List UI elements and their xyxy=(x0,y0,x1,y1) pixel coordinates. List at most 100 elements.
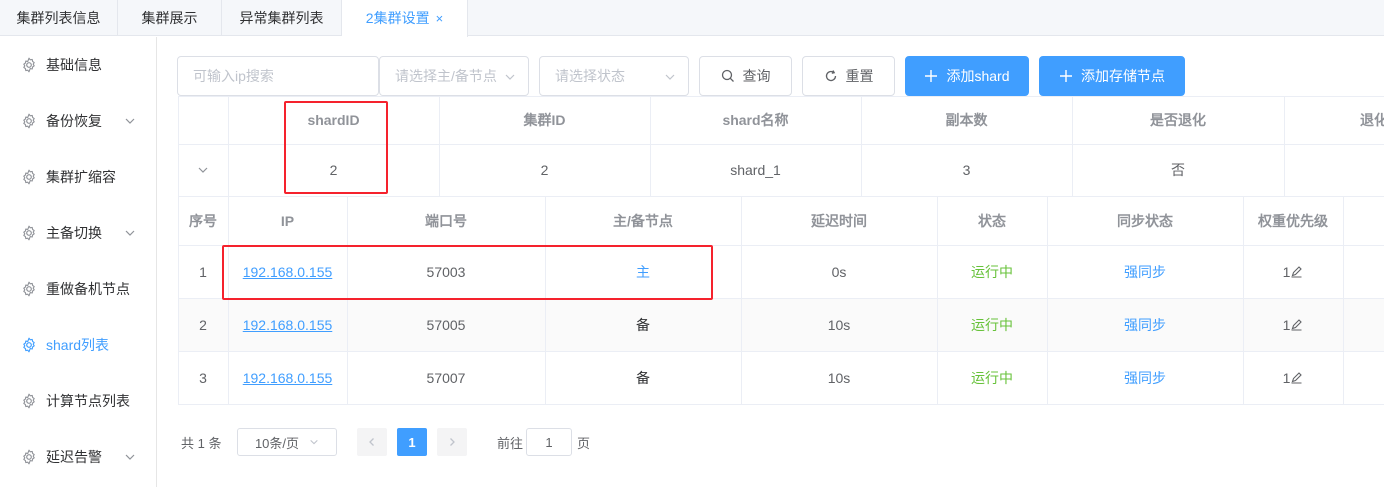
sidebar-item-backup-restore[interactable]: 备份恢复 xyxy=(0,93,156,149)
status-select[interactable]: 请选择状态 xyxy=(539,56,689,96)
cell-weight: 1 xyxy=(1243,245,1343,298)
cell-ip: 192.168.0.155 xyxy=(228,298,347,351)
page-size-select[interactable]: 10条/页 xyxy=(237,428,337,456)
goto-prefix: 前往 xyxy=(497,435,524,451)
add-shard-button[interactable]: 添加shard xyxy=(905,56,1029,96)
gear-icon xyxy=(23,281,35,297)
add-storage-node-button[interactable]: 添加存储节点 xyxy=(1039,56,1185,96)
sidebar-item-label: 延迟告警 xyxy=(46,449,102,465)
header-sync-status: 同步状态 xyxy=(1117,212,1173,229)
pagination-total: 共 1 条 xyxy=(181,435,222,451)
header-ip: IP xyxy=(280,212,295,229)
tab-cluster-display[interactable]: 集群展示 xyxy=(118,0,222,36)
sidebar-item-delay-alert[interactable]: 延迟告警 xyxy=(0,429,156,485)
sidebar-item-label: 集群扩缩容 xyxy=(46,169,116,185)
goto-suffix: 页 xyxy=(577,435,591,451)
gear-icon xyxy=(23,113,35,129)
sidebar-item-label: 备份恢复 xyxy=(46,113,102,129)
plus-icon xyxy=(925,70,938,82)
divider xyxy=(178,404,1384,405)
header-delay: 延迟时间 xyxy=(811,212,867,229)
chevron-down-icon xyxy=(125,118,135,124)
divider xyxy=(1343,196,1344,404)
tab-cluster-settings[interactable]: 2集群设置 × xyxy=(342,0,468,37)
role-select-placeholder: 请选择主/备节点 xyxy=(395,68,497,84)
cell-status: 运行中 xyxy=(971,263,1013,280)
next-page-button[interactable] xyxy=(437,428,467,456)
sidebar-item-rebuild-standby[interactable]: 重做备机节点 xyxy=(0,261,156,317)
cell-cluster-id: 2 xyxy=(540,162,549,178)
cell-role: 备 xyxy=(636,316,650,333)
ip-link[interactable]: 192.168.0.155 xyxy=(243,370,333,386)
header-port: 端口号 xyxy=(425,212,467,229)
expand-row-toggle[interactable] xyxy=(178,144,228,196)
page-size-value: 10条/页 xyxy=(254,435,300,451)
cell-index: 3 xyxy=(199,369,207,386)
cell-status: 运行中 xyxy=(971,369,1013,386)
chevron-down-icon xyxy=(198,167,208,173)
gear-icon xyxy=(23,57,35,73)
gear-icon xyxy=(23,169,35,185)
refresh-icon xyxy=(825,70,836,82)
edit-icon[interactable] xyxy=(1290,265,1303,278)
role-select[interactable]: 请选择主/备节点 xyxy=(379,56,529,96)
chevron-right-icon xyxy=(450,438,455,446)
sidebar-item-label: 计算节点列表 xyxy=(46,393,130,409)
edit-icon[interactable] xyxy=(1290,371,1303,384)
search-icon xyxy=(721,69,734,82)
cell-weight: 1 xyxy=(1243,298,1343,351)
sidebar-item-compute-nodes[interactable]: 计算节点列表 xyxy=(0,373,156,429)
header-index: 序号 xyxy=(189,212,217,229)
highlight-box-master-row xyxy=(222,245,713,300)
ip-link[interactable]: 192.168.0.155 xyxy=(243,317,333,333)
cell-index: 2 xyxy=(199,316,207,333)
cell-delay: 0s xyxy=(831,263,847,280)
sidebar-item-scale[interactable]: 集群扩缩容 xyxy=(0,149,156,205)
query-button[interactable]: 查询 xyxy=(699,56,792,96)
query-button-label: 查询 xyxy=(742,68,771,84)
cell-role: 备 xyxy=(636,369,650,386)
tab-cluster-list-info[interactable]: 集群列表信息 xyxy=(0,0,118,36)
cell-shard-name: shard_1 xyxy=(730,162,781,178)
prev-page-button[interactable] xyxy=(357,428,387,456)
chevron-left-icon xyxy=(369,438,374,446)
highlight-box-shard-id xyxy=(284,101,388,194)
sidebar-item-shard-list[interactable]: shard列表 xyxy=(0,317,156,373)
close-icon[interactable]: × xyxy=(436,11,444,26)
page-number-current[interactable]: 1 xyxy=(397,428,427,456)
chevron-down-icon xyxy=(310,439,318,445)
gear-icon xyxy=(23,393,35,409)
plus-icon xyxy=(1060,70,1072,82)
sidebar-item-label: 主备切换 xyxy=(46,225,102,241)
chevron-down-icon xyxy=(505,74,515,80)
cell-sync-status: 强同步 xyxy=(1124,316,1166,333)
weight-value: 1 xyxy=(1282,316,1291,333)
ip-search-input[interactable]: 可输入ip搜索 xyxy=(177,56,379,96)
edit-icon[interactable] xyxy=(1290,318,1303,331)
gear-icon xyxy=(23,225,35,241)
reset-button[interactable]: 重置 xyxy=(802,56,895,96)
sidebar: 基础信息 备份恢复 集群扩缩容 主备切换 重做备机节点 shard列表 计算节点… xyxy=(0,37,157,487)
cell-delay: 10s xyxy=(827,369,851,386)
goto-page-input[interactable]: 1 xyxy=(526,428,572,456)
tab-cluster-settings-label: 2集群设置 xyxy=(365,10,430,26)
cell-status: 运行中 xyxy=(971,316,1013,333)
tab-abnormal-cluster-list[interactable]: 异常集群列表 xyxy=(222,0,342,36)
cell-sync-status: 强同步 xyxy=(1124,369,1166,386)
cell-sync-status: 强同步 xyxy=(1124,263,1166,280)
header-replica-count: 副本数 xyxy=(945,112,988,128)
cell-ip: 192.168.0.155 xyxy=(228,351,347,404)
sidebar-item-basic-info[interactable]: 基础信息 xyxy=(0,37,156,93)
tab-bar: 集群列表信息 集群展示 异常集群列表 2集群设置 × xyxy=(0,0,1384,37)
header-degraded-extra: 退化 xyxy=(1360,112,1384,128)
sidebar-item-label: 基础信息 xyxy=(46,57,102,73)
header-cluster-id: 集群ID xyxy=(523,112,566,128)
weight-value: 1 xyxy=(1282,369,1291,386)
gear-icon xyxy=(23,449,35,465)
sidebar-item-switchover[interactable]: 主备切换 xyxy=(0,205,156,261)
cell-replica-count: 3 xyxy=(962,162,971,178)
weight-value: 1 xyxy=(1282,263,1291,280)
gear-icon xyxy=(23,337,35,353)
cell-port: 57007 xyxy=(426,369,466,386)
sidebar-item-label: shard列表 xyxy=(46,337,110,353)
